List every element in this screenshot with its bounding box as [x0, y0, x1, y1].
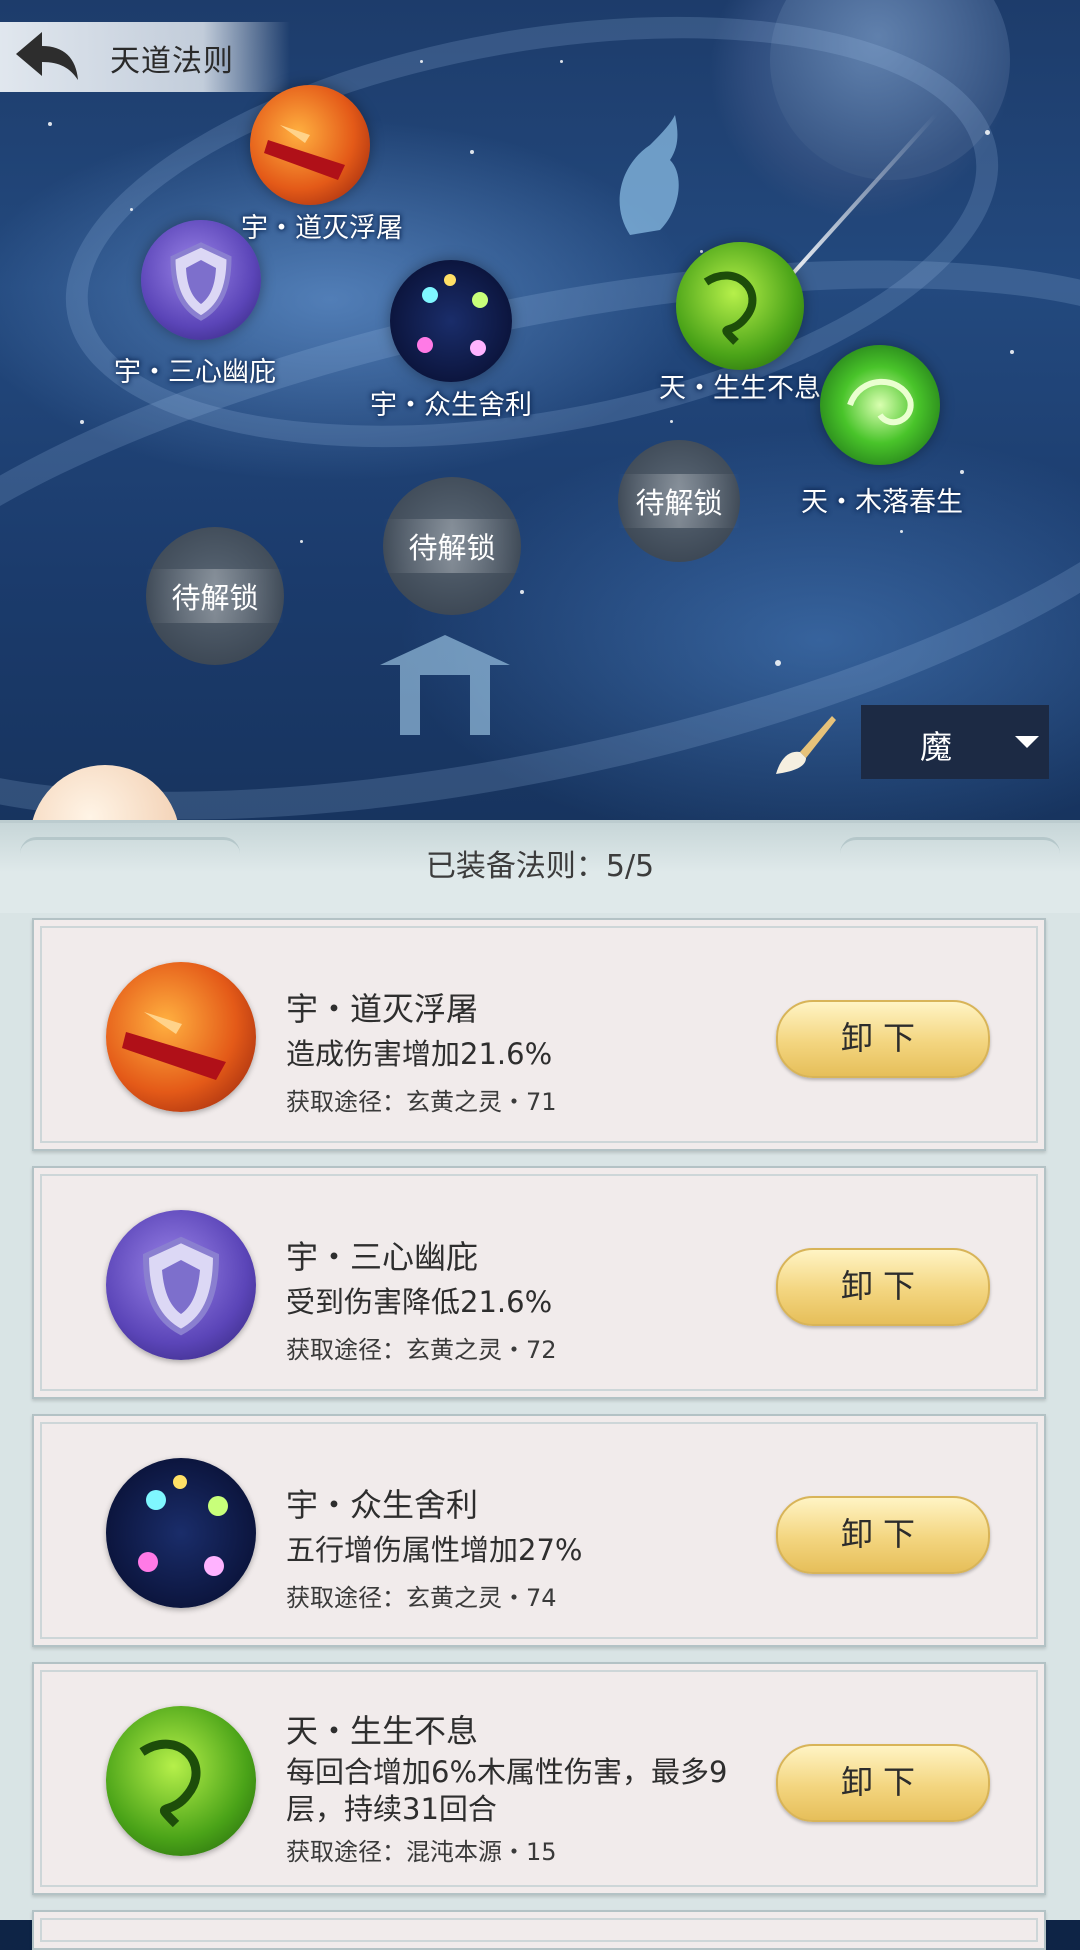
card-name: 宇・道灭浮屠 [286, 990, 479, 1028]
card-name: 天・生生不息 [286, 1712, 479, 1750]
law-node-daomie[interactable] [250, 85, 370, 205]
law-node-label: 宇・众生舍利 [370, 390, 532, 421]
unequip-button[interactable]: 卸下 [776, 1744, 990, 1822]
law-node-label: 宇・道灭浮屠 [241, 213, 403, 244]
locked-node[interactable]: 待解锁 [146, 527, 284, 665]
vine-icon [106, 1706, 256, 1856]
shield-icon [106, 1210, 256, 1360]
law-node-zhongsheng[interactable] [390, 260, 512, 382]
card-name: 宇・众生舍利 [286, 1486, 479, 1524]
law-node-shengsheng[interactable] [676, 242, 804, 370]
unequip-button[interactable]: 卸下 [776, 1248, 990, 1326]
law-node-muluo[interactable] [820, 345, 940, 465]
comet-orbs-icon [106, 1458, 256, 1608]
law-card: 天・生生不息 每回合增加6%木属性伤害，最多9层，持续31回合 获取途径：混沌本… [32, 1662, 1046, 1895]
locked-node[interactable]: 待解锁 [618, 440, 740, 562]
whale-decoration [619, 115, 679, 235]
law-node-label: 天・木落春生 [801, 487, 963, 518]
card-source: 获取途径：玄黄之灵・74 [286, 1584, 557, 1612]
unequip-button[interactable]: 卸下 [776, 1000, 990, 1078]
vine-icon [676, 242, 804, 370]
law-map: 天道法则 宇・道灭浮屠 宇・三心幽庇 宇・众生舍利 天・生生不息 天・木落春生 … [0, 0, 1080, 820]
back-arrow-icon[interactable] [12, 28, 82, 84]
locked-label: 待解锁 [383, 519, 521, 573]
faction-dropdown[interactable]: 魔 [861, 705, 1049, 779]
law-card: 宇・三心幽庇 受到伤害降低21.6% 获取途径：玄黄之灵・72 卸下 [32, 1166, 1046, 1399]
unequip-button[interactable]: 卸下 [776, 1496, 990, 1574]
equipped-count: 已装备法则：5/5 [425, 849, 655, 884]
title-bar: 天道法则 [0, 22, 290, 92]
chevron-down-icon [1015, 736, 1039, 748]
page-title: 天道法则 [110, 44, 234, 79]
law-card [32, 1910, 1046, 1950]
law-node-label: 宇・三心幽庇 [114, 357, 276, 388]
fire-blade-icon [250, 85, 370, 205]
card-desc: 五行增伤属性增加27% [286, 1533, 583, 1567]
law-node-label: 天・生生不息 [659, 373, 821, 404]
law-card: 宇・众生舍利 五行增伤属性增加27% 获取途径：玄黄之灵・74 卸下 [32, 1414, 1046, 1647]
law-node-sanxin[interactable] [141, 220, 261, 340]
card-desc: 受到伤害降低21.6% [286, 1285, 553, 1319]
locked-node[interactable]: 待解锁 [383, 477, 521, 615]
pavilion-decoration [380, 635, 510, 735]
card-source: 获取途径：玄黄之灵・72 [286, 1336, 557, 1364]
law-card: 宇・道灭浮屠 造成伤害增加21.6% 获取途径：玄黄之灵・71 卸下 [32, 918, 1046, 1151]
equipped-panel: 已装备法则：5/5 宇・道灭浮屠 造成伤害增加21.6% 获取途径：玄黄之灵・7… [0, 820, 1080, 1950]
shield-icon [141, 220, 261, 340]
card-source: 获取途径：混沌本源・15 [286, 1838, 557, 1866]
card-source: 获取途径：玄黄之灵・71 [286, 1088, 557, 1116]
fire-blade-icon [106, 962, 256, 1112]
card-desc: 每回合增加6%木属性伤害，最多9层，持续31回合 [286, 1755, 728, 1826]
equipped-header: 已装备法则：5/5 [0, 820, 1080, 913]
locked-label: 待解锁 [146, 569, 284, 623]
card-name: 宇・三心幽庇 [286, 1238, 479, 1276]
dropdown-value: 魔 [919, 728, 952, 766]
brush-icon[interactable] [770, 710, 840, 780]
locked-label: 待解锁 [618, 474, 740, 528]
card-desc: 造成伤害增加21.6% [286, 1037, 553, 1071]
leaf-swirl-icon [820, 345, 940, 465]
comet-orbs-icon [390, 260, 512, 382]
